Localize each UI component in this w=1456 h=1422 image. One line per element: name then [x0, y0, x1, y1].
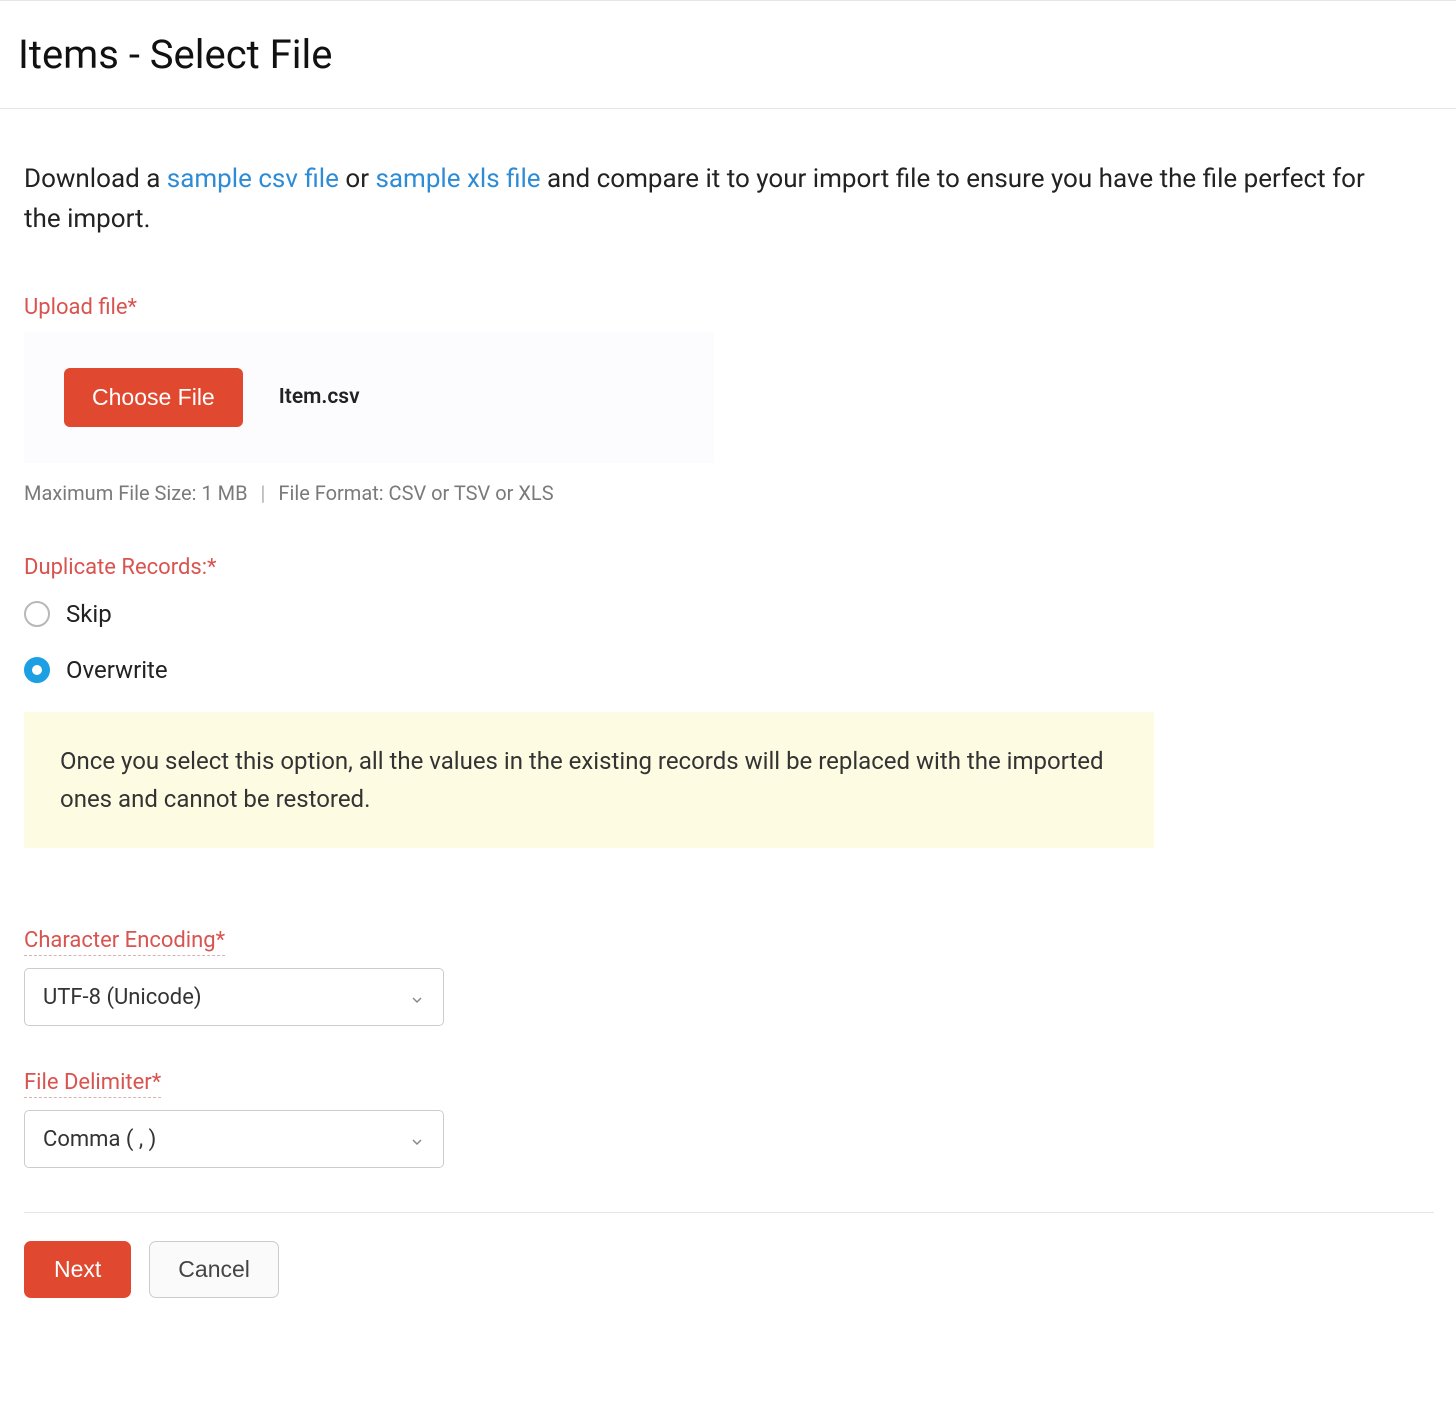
- chevron-down-icon: [409, 1131, 425, 1147]
- hint-size: Maximum File Size: 1 MB: [24, 481, 248, 505]
- intro-or: or: [339, 164, 376, 194]
- delimiter-select[interactable]: Comma ( , ): [24, 1110, 444, 1168]
- duplicates-radio-group: Skip Overwrite: [24, 600, 1400, 684]
- footer-actions: Next Cancel: [24, 1241, 1400, 1298]
- title-divider: [0, 108, 1456, 109]
- sample-csv-link[interactable]: sample csv file: [167, 164, 339, 194]
- radio-icon: [24, 657, 50, 683]
- upload-label: Upload file*: [24, 295, 1400, 320]
- selected-file-name: Item.csv: [279, 385, 360, 409]
- encoding-value: UTF-8 (Unicode): [43, 985, 202, 1010]
- radio-skip[interactable]: Skip: [24, 600, 1400, 628]
- next-button[interactable]: Next: [24, 1241, 131, 1298]
- choose-file-button[interactable]: Choose File: [64, 368, 243, 427]
- upload-card: Choose File Item.csv: [24, 332, 714, 463]
- cancel-button[interactable]: Cancel: [149, 1241, 279, 1298]
- hint-divider: |: [261, 481, 266, 505]
- chevron-down-icon: [409, 989, 425, 1005]
- encoding-label: Character Encoding*: [24, 928, 225, 956]
- delimiter-label: File Delimiter*: [24, 1070, 161, 1098]
- radio-label: Overwrite: [66, 656, 168, 684]
- hint-format: File Format: CSV or TSV or XLS: [278, 481, 553, 505]
- upload-hint: Maximum File Size: 1 MB | File Format: C…: [24, 481, 1400, 505]
- sample-xls-link[interactable]: sample xls file: [375, 164, 540, 194]
- intro-prefix: Download a: [24, 164, 167, 194]
- duplicates-label: Duplicate Records:*: [24, 555, 1400, 580]
- intro-text: Download a sample csv file or sample xls…: [24, 159, 1374, 240]
- page-title: Items - Select File: [18, 31, 1456, 78]
- radio-icon: [24, 601, 50, 627]
- overwrite-warning: Once you select this option, all the val…: [24, 712, 1154, 849]
- footer-divider: [24, 1212, 1434, 1213]
- radio-overwrite[interactable]: Overwrite: [24, 656, 1400, 684]
- delimiter-value: Comma ( , ): [43, 1127, 156, 1152]
- encoding-select[interactable]: UTF-8 (Unicode): [24, 968, 444, 1026]
- radio-label: Skip: [66, 600, 112, 628]
